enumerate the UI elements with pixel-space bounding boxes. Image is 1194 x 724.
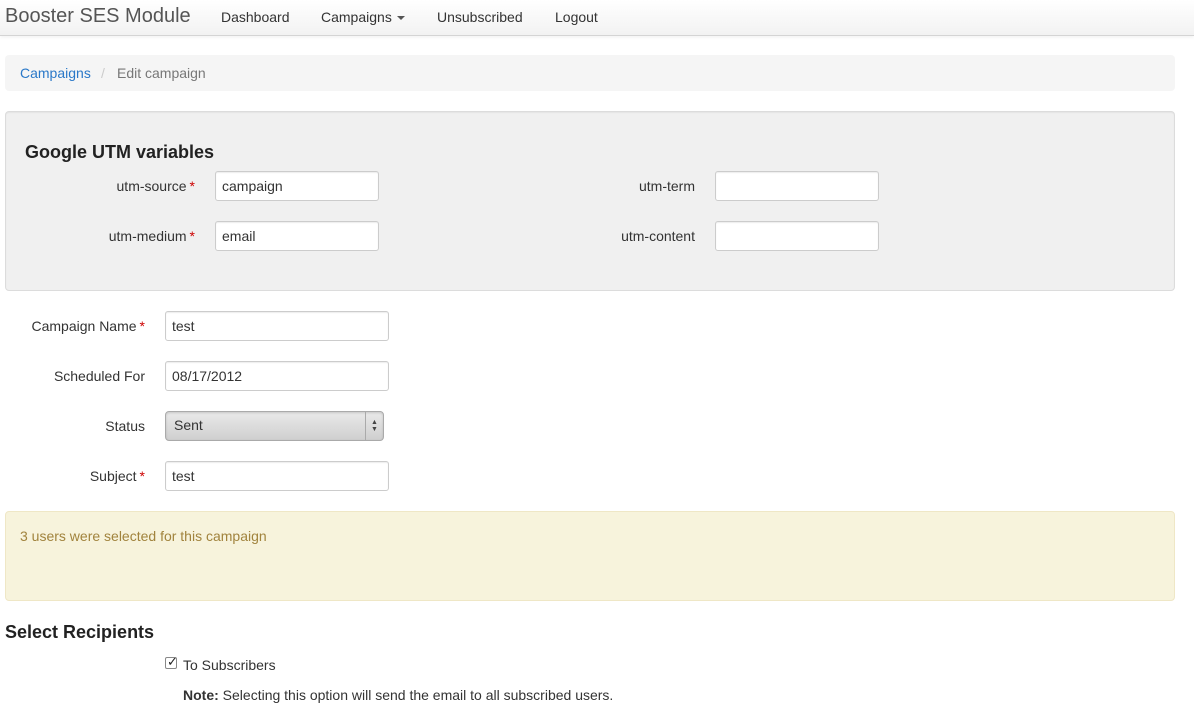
campaign-name-label-text: Campaign Name xyxy=(31,318,137,334)
selected-users-alert: 3 users were selected for this campaign xyxy=(5,511,1175,601)
utm-term-input[interactable] xyxy=(715,171,879,201)
nav-unsubscribed[interactable]: Unsubscribed xyxy=(437,9,523,25)
nav-campaigns-dropdown[interactable]: Campaigns xyxy=(321,9,405,25)
nav-logout[interactable]: Logout xyxy=(555,9,598,25)
status-select[interactable]: Sent ▲ ▼ xyxy=(165,411,384,441)
required-mark: * xyxy=(189,178,195,194)
utm-term-label: utm-term xyxy=(639,178,695,194)
campaign-name-input[interactable] xyxy=(165,311,389,341)
to-subscribers-checkbox[interactable]: ✓ xyxy=(165,654,178,669)
top-navbar: Booster SES Module Dashboard Campaigns U… xyxy=(0,0,1194,36)
utm-content-input[interactable] xyxy=(715,221,879,251)
note-text: Selecting this option will send the emai… xyxy=(222,687,614,703)
scheduled-for-label: Scheduled For xyxy=(53,368,145,384)
scheduled-for-input[interactable] xyxy=(165,361,389,391)
required-mark: * xyxy=(139,468,145,484)
required-mark: * xyxy=(139,318,145,334)
utm-medium-label: utm-medium * xyxy=(60,226,195,246)
utm-source-label-text: utm-source xyxy=(116,178,187,194)
recipients-note: Note: Selecting this option will send th… xyxy=(183,687,613,703)
utm-content-label: utm-content xyxy=(621,228,695,244)
campaign-name-label: Campaign Name * xyxy=(5,316,145,336)
nav-dashboard[interactable]: Dashboard xyxy=(221,9,290,25)
brand-title[interactable]: Booster SES Module xyxy=(5,5,191,28)
utm-medium-label-text: utm-medium xyxy=(108,228,187,244)
breadcrumb-campaigns-link[interactable]: Campaigns xyxy=(20,65,91,81)
breadcrumb: Campaigns / Edit campaign xyxy=(5,55,1175,91)
to-subscribers-label[interactable]: To Subscribers xyxy=(183,657,276,673)
note-prefix: Note: xyxy=(183,687,219,703)
breadcrumb-separator: / xyxy=(101,65,105,81)
subject-label-text: Subject xyxy=(89,468,137,484)
status-label: Status xyxy=(105,418,145,434)
utm-source-input[interactable] xyxy=(215,171,379,201)
select-arrows-icon: ▲ ▼ xyxy=(365,412,383,440)
caret-down-icon xyxy=(396,16,405,21)
breadcrumb-current: Edit campaign xyxy=(117,65,206,81)
utm-source-label: utm-source * xyxy=(60,176,195,196)
status-select-value: Sent xyxy=(174,417,203,433)
subject-label: Subject * xyxy=(5,466,145,486)
subject-input[interactable] xyxy=(165,461,389,491)
required-mark: * xyxy=(189,228,195,244)
select-recipients-title: Select Recipients xyxy=(5,622,155,642)
checkmark-icon: ✓ xyxy=(167,654,178,669)
utm-panel xyxy=(5,111,1175,291)
utm-medium-input[interactable] xyxy=(215,221,379,251)
nav-campaigns-label: Campaigns xyxy=(321,9,392,25)
utm-section-title: Google UTM variables xyxy=(25,142,215,162)
alert-text: 3 users were selected for this campaign xyxy=(20,528,267,544)
